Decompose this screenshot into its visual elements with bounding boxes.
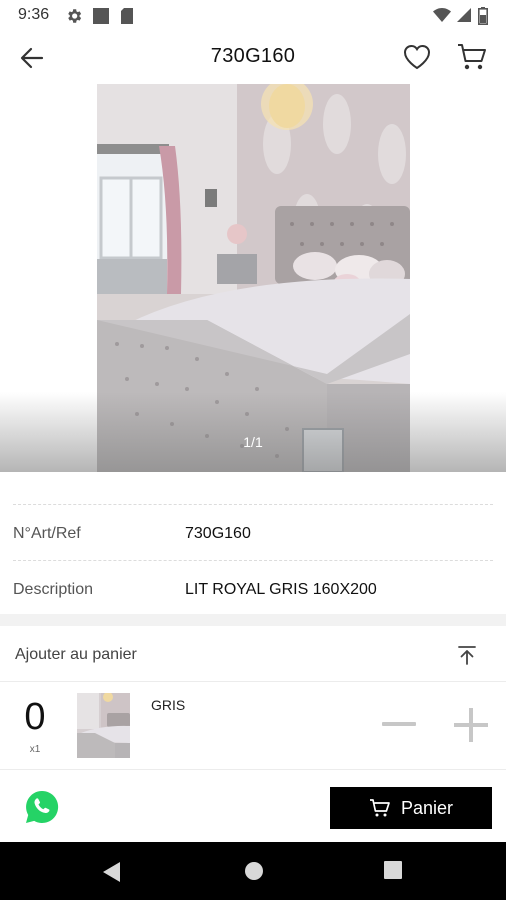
variant-name: GRIS (151, 697, 186, 713)
cart-icon[interactable] (456, 42, 488, 72)
bottom-action-bar: Panier (0, 770, 506, 842)
increment-button[interactable] (454, 708, 488, 742)
nav-home-icon[interactable] (244, 861, 264, 881)
app-bar: 730G160 (0, 32, 506, 84)
square-icon (93, 8, 109, 24)
variant-thumbnail (77, 693, 130, 758)
wifi-icon (433, 8, 451, 22)
collapse-up-icon[interactable] (456, 644, 478, 666)
panier-button-label: Panier (400, 797, 454, 818)
status-bar: 9:36 (0, 0, 506, 32)
image-counter: 1/1 (243, 434, 263, 450)
ref-label: N°Art/Ref (13, 525, 81, 542)
nav-back-icon[interactable] (102, 861, 122, 883)
quantity-value: 0 (24, 696, 46, 738)
detail-row-description: Description LIT ROYAL GRIS 160X200 (13, 560, 493, 616)
section-separator (0, 614, 506, 626)
detail-row-ref: N°Art/Ref 730G160 (13, 504, 493, 560)
add-to-cart-title: Ajouter au panier (15, 646, 137, 663)
whatsapp-icon[interactable] (24, 789, 60, 825)
heart-icon[interactable] (402, 42, 432, 72)
signal-icon (457, 8, 471, 22)
decrement-button[interactable] (382, 722, 416, 726)
settings-icon (68, 9, 82, 23)
product-gallery[interactable]: 1/1 (0, 84, 506, 472)
system-navigation-bar (0, 842, 506, 900)
gallery-gradient (0, 392, 506, 472)
description-value: LIT ROYAL GRIS 160X200 (185, 581, 377, 598)
quantity-multiplier: x1 (29, 744, 41, 755)
variant-row: 0 x1 GRIS (0, 682, 506, 770)
spacer (0, 472, 506, 504)
description-label: Description (13, 581, 94, 598)
sd-card-icon (121, 8, 133, 24)
cart-icon (369, 799, 390, 817)
status-time: 9:36 (18, 6, 50, 23)
panier-button[interactable]: Panier (330, 787, 492, 829)
battery-icon (478, 7, 488, 25)
add-to-cart-header[interactable]: Ajouter au panier (0, 626, 506, 682)
nav-recents-icon[interactable] (384, 861, 402, 879)
ref-value: 730G160 (185, 525, 251, 542)
